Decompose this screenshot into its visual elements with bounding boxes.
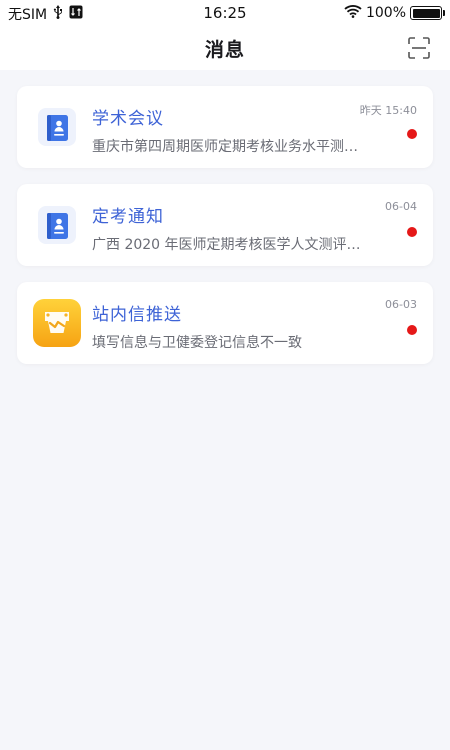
message-time: 06-04	[385, 200, 417, 213]
unread-dot	[407, 129, 417, 139]
battery-percent: 100%	[365, 5, 406, 21]
message-preview: 广西 2020 年医师定期考核医学人文测评…	[92, 237, 361, 253]
status-right: 100%	[344, 4, 445, 22]
message-item-exam-notice[interactable]: 定考通知 06-04 广西 2020 年医师定期考核医学人文测评…	[17, 184, 433, 266]
nav-bar: 消息	[0, 26, 450, 70]
message-item-academic-meeting[interactable]: 学术会议 昨天 15:40 重庆市第四周期医师定期考核业务水平测…	[17, 86, 433, 168]
wifi-icon	[344, 4, 362, 22]
messages-screen: 无SIM 16:25 100% 消息 学术会议 昨天 15:40 重庆市第四周期…	[0, 0, 450, 750]
unread-dot	[407, 227, 417, 237]
scan-icon	[408, 37, 430, 59]
battery-level	[412, 8, 440, 18]
message-title: 定考通知	[92, 207, 164, 227]
inbox-icon	[33, 299, 81, 347]
document-icon	[38, 108, 76, 146]
status-bar: 无SIM 16:25 100%	[0, 0, 450, 26]
message-preview: 填写信息与卫健委登记信息不一致	[92, 335, 302, 351]
unread-dot	[407, 325, 417, 335]
message-time: 昨天 15:40	[359, 104, 417, 117]
page-title: 消息	[204, 39, 245, 61]
message-item-internal-mail[interactable]: 站内信推送 06-03 填写信息与卫健委登记信息不一致	[17, 282, 433, 364]
message-preview: 重庆市第四周期医师定期考核业务水平测…	[92, 139, 358, 155]
message-time: 06-03	[385, 298, 417, 311]
message-title: 站内信推送	[92, 305, 182, 325]
message-title: 学术会议	[92, 109, 164, 129]
document-icon	[38, 206, 76, 244]
battery-icon	[410, 6, 445, 20]
scan-button[interactable]	[408, 37, 430, 59]
